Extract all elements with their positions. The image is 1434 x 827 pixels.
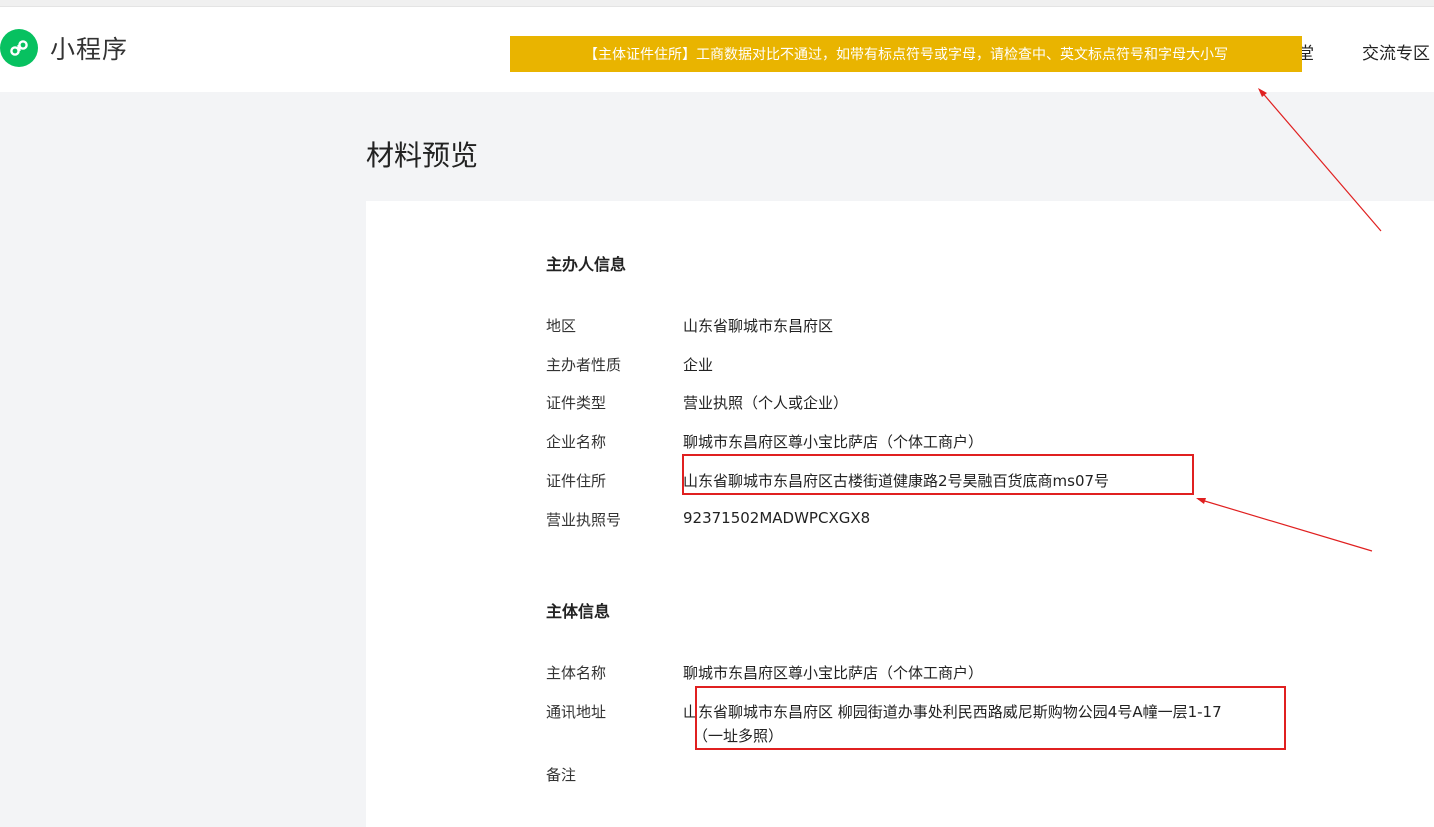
field-label-remarks: 备注	[546, 766, 577, 784]
page-title: 材料预览	[366, 139, 479, 172]
field-label-cert-type: 证件类型	[546, 394, 607, 412]
top-border	[0, 0, 1434, 7]
section-title-sponsor: 主办人信息	[546, 255, 627, 274]
field-label-company-name: 企业名称	[546, 433, 607, 451]
field-label-cert-address: 证件住所	[546, 472, 607, 490]
annotation-box-mailing-address	[695, 686, 1286, 750]
section-title-entity: 主体信息	[546, 602, 611, 621]
app-name: 小程序	[50, 35, 129, 64]
top-header: 小程序 堂 交流专区 【主体证件住所】工商数据对比不通过，如带有标点符号或字母，…	[0, 7, 1434, 92]
annotation-box-cert-address	[682, 454, 1194, 495]
field-value-cert-type: 营业执照（个人或企业）	[683, 394, 849, 412]
field-value-entity-name: 聊城市东昌府区尊小宝比萨店（个体工商户）	[683, 664, 984, 682]
field-label-mailing-address: 通讯地址	[546, 703, 607, 721]
field-value-license-no: 92371502MADWPCXGX8	[683, 509, 871, 527]
error-toast-message: 【主体证件住所】工商数据对比不通过，如带有标点符号或字母，请检查中、英文标点符号…	[584, 47, 1228, 63]
field-label-license-no: 营业执照号	[546, 511, 622, 529]
nav-item-community[interactable]: 交流专区	[1362, 39, 1430, 64]
miniprogram-logo-icon	[0, 29, 38, 67]
logo[interactable]: 小程序	[0, 29, 128, 67]
field-label-entity-name: 主体名称	[546, 664, 607, 682]
error-toast: 【主体证件住所】工商数据对比不通过，如带有标点符号或字母，请检查中、英文标点符号…	[510, 36, 1302, 72]
field-value-company-name: 聊城市东昌府区尊小宝比萨店（个体工商户）	[683, 433, 984, 451]
field-label-region: 地区	[546, 317, 577, 335]
field-value-region: 山东省聊城市东昌府区	[683, 317, 834, 335]
field-value-sponsor-nature: 企业	[683, 356, 714, 374]
field-label-sponsor-nature: 主办者性质	[546, 356, 622, 374]
